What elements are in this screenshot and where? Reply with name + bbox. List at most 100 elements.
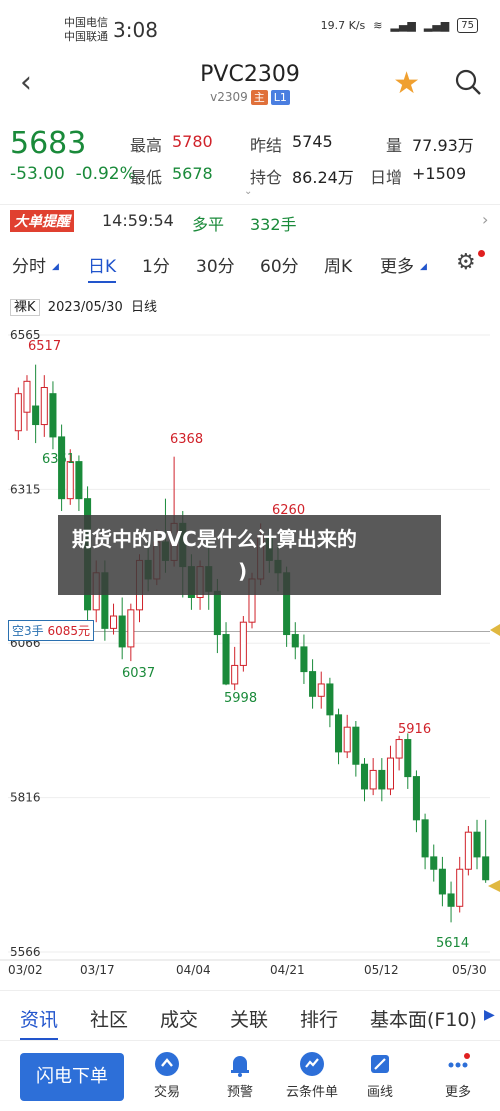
candle-body: [66, 461, 74, 500]
x-tick-label: 04/04: [176, 963, 211, 977]
draw-line-icon: [371, 1055, 389, 1073]
nav-alert-label: 预警: [226, 1085, 253, 1100]
tab-fenshi[interactable]: 分时: [12, 252, 46, 277]
day-label: 日增: [370, 168, 403, 187]
candle-body: [447, 893, 455, 907]
nav-trade-label: 交易: [153, 1085, 180, 1100]
carrier-2: 中国联通: [64, 30, 108, 43]
fenshi-dropdown-icon: ◢: [52, 262, 59, 272]
candle-body: [360, 763, 369, 790]
nav-more-label: 更多: [444, 1085, 471, 1100]
nav-cloud-order[interactable]: 云条件单: [282, 1051, 342, 1100]
article-overlay: 期货中的PVC是什么计算出来的 ): [58, 515, 441, 595]
settings-gear-icon[interactable]: ⚙: [456, 250, 476, 275]
candle-body: [378, 769, 386, 790]
candle-body: [412, 776, 420, 821]
nav-bar: ‹ PVC2309 v2309 主 L1 ★: [0, 56, 500, 116]
l1-tag: L1: [270, 90, 290, 105]
wifi-icon: ≋: [373, 19, 383, 32]
status-icons: 19.7 K/s ≋ ▂▄▆ ▂▄▆ 75: [321, 18, 478, 33]
tab-daily-k[interactable]: 日K: [88, 252, 117, 283]
change-pct: -0.92%: [75, 164, 136, 184]
carrier-1: 中国电信: [64, 16, 108, 29]
cloud-order-icon: [300, 1052, 324, 1076]
candle-body: [231, 664, 239, 685]
search-icon[interactable]: [454, 68, 482, 96]
x-tick-label: 05/30: [452, 963, 487, 977]
big-order-alert[interactable]: 大单提醒 14:59:54 多平 332手 ›: [0, 206, 500, 238]
nav-more[interactable]: 更多: [428, 1051, 488, 1100]
candle-body: [456, 868, 464, 907]
nav-draw[interactable]: 画线: [350, 1051, 410, 1100]
notification-dot: [478, 250, 485, 257]
candle-body: [404, 739, 412, 778]
y-tick-label: 5566: [10, 945, 41, 959]
tab-ranking[interactable]: 排行: [300, 1005, 338, 1032]
alert-qty: 332手: [250, 215, 297, 234]
prev-value: 5745: [292, 132, 333, 151]
chevron-right-icon: ›: [482, 210, 489, 229]
tab-more[interactable]: 更多: [380, 252, 414, 277]
candle-body: [395, 739, 403, 759]
prev-label: 昨结: [250, 136, 283, 155]
tab-fundamentals[interactable]: 基本面(F10): [370, 1005, 477, 1032]
candle-body: [213, 590, 221, 636]
price-annotation: 5998: [224, 691, 257, 706]
bottom-toolbar: 闪电下单 交易 预警 云条件单 画线 更多: [0, 1040, 500, 1111]
page-subtitle: v2309 主 L1: [0, 90, 500, 105]
tab-60min[interactable]: 60分: [260, 252, 299, 277]
quote-panel: 5683 -53.00 -0.92% 最高 5780 最低 5678 昨结 57…: [0, 120, 500, 200]
price-marker-icon: [490, 624, 500, 636]
high-label: 最高: [130, 136, 163, 155]
candle-body: [386, 757, 395, 790]
tab-related[interactable]: 关联: [230, 1005, 268, 1032]
candle-body: [32, 405, 40, 426]
x-tick-label: 05/12: [364, 963, 399, 977]
change-value: -53.00: [10, 164, 65, 184]
position-badge[interactable]: 空3手 6085元: [8, 620, 95, 641]
alert-type: 多平: [192, 215, 225, 234]
y-tick-label: 6315: [10, 482, 41, 496]
candle-body: [421, 819, 429, 858]
overlay-line-2: ): [238, 559, 248, 583]
day-value: +1509: [412, 164, 467, 183]
candle-body: [335, 714, 343, 753]
status-time: 3:08: [113, 18, 158, 42]
x-tick-label: 04/21: [270, 963, 305, 977]
candle-body: [49, 393, 57, 438]
bell-icon: [231, 1056, 249, 1077]
candle-body: [58, 436, 66, 500]
high-value: 5780: [172, 132, 213, 151]
kline-chart[interactable]: 裸K 2023/05/30 日线 6565 6315 6066 5816 5566 03/…: [0, 288, 500, 986]
price-change: -53.00 -0.92%: [10, 164, 136, 184]
tab-news[interactable]: 资讯: [20, 1005, 59, 1041]
price-annotation: 6361: [42, 452, 75, 467]
price-annotation: 6037: [122, 666, 155, 681]
flash-order-button[interactable]: 闪电下单: [20, 1053, 124, 1101]
tabs-scroll-right-icon[interactable]: ▶: [484, 1007, 495, 1023]
tab-1min[interactable]: 1分: [142, 252, 170, 277]
candle-body: [118, 615, 126, 648]
candle-body: [482, 856, 490, 881]
candle-body: [239, 621, 247, 666]
candle-body: [317, 683, 325, 697]
expand-chevron-icon[interactable]: ⌄: [244, 186, 252, 197]
low-label: 最低: [130, 168, 163, 187]
oi-label: 持仓: [250, 168, 283, 187]
candle-body: [40, 386, 48, 426]
alert-brand: 大单提醒: [10, 210, 74, 232]
current-price-marker-icon: [488, 880, 500, 892]
favorite-star-icon[interactable]: ★: [393, 66, 420, 101]
nav-alert[interactable]: 预警: [210, 1051, 270, 1100]
tab-30min[interactable]: 30分: [196, 252, 235, 277]
candle-body: [369, 769, 377, 790]
tab-trades[interactable]: 成交: [160, 1005, 198, 1032]
tab-community[interactable]: 社区: [90, 1005, 128, 1032]
info-tabs: 资讯 社区 成交 关联 排行 基本面(F10) ▶: [0, 990, 500, 1041]
nav-draw-label: 画线: [366, 1085, 393, 1100]
candle-body: [309, 671, 317, 697]
candle-body: [326, 683, 334, 716]
tab-weekly-k[interactable]: 周K: [324, 252, 352, 277]
more-dropdown-icon: ◢: [420, 262, 427, 272]
nav-trade[interactable]: 交易: [137, 1051, 197, 1100]
